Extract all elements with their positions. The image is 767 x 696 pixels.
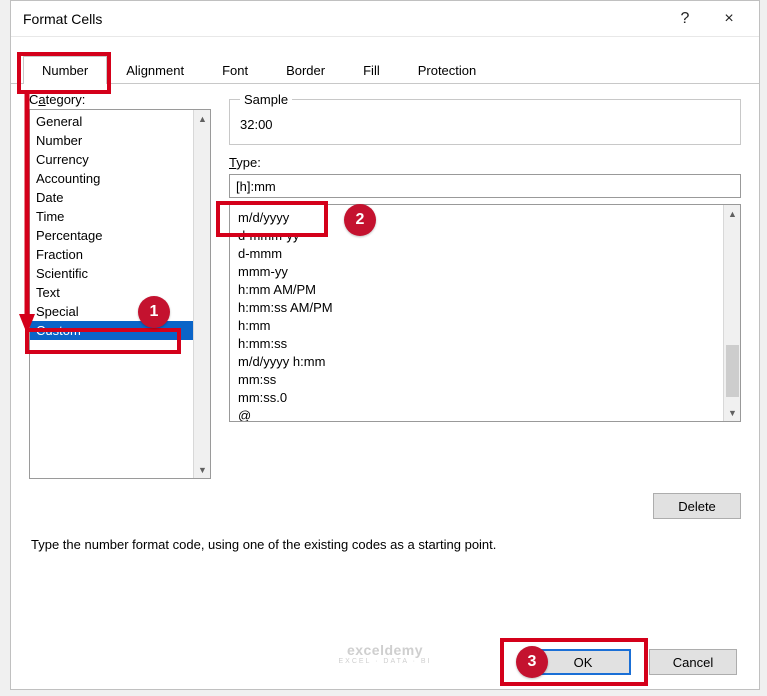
format-item[interactable]: h:mm:ss (238, 335, 715, 353)
category-item-custom[interactable]: Custom (30, 321, 193, 340)
tab-font[interactable]: Font (203, 56, 267, 84)
format-item[interactable]: h:mm AM/PM (238, 281, 715, 299)
scroll-down-icon[interactable]: ▼ (194, 461, 211, 478)
tab-border[interactable]: Border (267, 56, 344, 84)
format-item[interactable]: mm:ss (238, 371, 715, 389)
category-label: Category: (29, 92, 211, 107)
sample-group: Sample 32:00 (229, 92, 741, 145)
category-item-accounting[interactable]: Accounting (30, 169, 193, 188)
format-item[interactable]: h:mm:ss AM/PM (238, 299, 715, 317)
sample-value: 32:00 (240, 117, 730, 132)
tab-number[interactable]: Number (23, 56, 107, 84)
format-item[interactable]: d-mmm-yy (238, 227, 715, 245)
scroll-thumb[interactable] (726, 345, 739, 397)
category-item-general[interactable]: General (30, 112, 193, 131)
delete-button[interactable]: Delete (653, 493, 741, 519)
category-item-date[interactable]: Date (30, 188, 193, 207)
type-input[interactable] (229, 174, 741, 198)
ok-button[interactable]: OK (535, 649, 631, 675)
category-item-special[interactable]: Special (30, 302, 193, 321)
scroll-down-icon[interactable]: ▼ (724, 404, 741, 421)
category-item-fraction[interactable]: Fraction (30, 245, 193, 264)
format-item[interactable]: h:mm (238, 317, 715, 335)
watermark: exceldemy EXCEL · DATA · BI (339, 642, 432, 665)
tab-protection[interactable]: Protection (399, 56, 496, 84)
category-item-text[interactable]: Text (30, 283, 193, 302)
category-item-number[interactable]: Number (30, 131, 193, 150)
hint-text: Type the number format code, using one o… (11, 519, 759, 560)
format-item[interactable]: @ (238, 407, 715, 421)
format-item[interactable]: mm:ss.0 (238, 389, 715, 407)
tab-alignment[interactable]: Alignment (107, 56, 203, 84)
format-cells-dialog: Format Cells ? × Number Alignment Font B… (10, 0, 760, 690)
format-item[interactable]: mmm-yy (238, 263, 715, 281)
scrollbar[interactable]: ▲ ▼ (723, 205, 740, 421)
scroll-up-icon[interactable]: ▲ (724, 205, 741, 222)
format-item[interactable]: m/d/yyyy h:mm (238, 353, 715, 371)
format-listbox[interactable]: m/d/yyyyd-mmm-yyd-mmmmmm-yyh:mm AM/PMh:m… (229, 204, 741, 422)
dialog-title: Format Cells (23, 11, 663, 27)
tab-fill[interactable]: Fill (344, 56, 399, 84)
category-item-percentage[interactable]: Percentage (30, 226, 193, 245)
category-item-scientific[interactable]: Scientific (30, 264, 193, 283)
format-item[interactable]: d-mmm (238, 245, 715, 263)
scrollbar[interactable]: ▲ ▼ (193, 110, 210, 478)
close-icon[interactable]: × (707, 4, 751, 34)
category-item-currency[interactable]: Currency (30, 150, 193, 169)
category-listbox[interactable]: GeneralNumberCurrencyAccountingDateTimeP… (29, 109, 211, 479)
category-item-time[interactable]: Time (30, 207, 193, 226)
type-label: Type: (229, 155, 741, 170)
format-item[interactable]: m/d/yyyy (238, 209, 715, 227)
help-icon[interactable]: ? (663, 4, 707, 34)
cancel-button[interactable]: Cancel (649, 649, 737, 675)
titlebar: Format Cells ? × (11, 1, 759, 37)
sample-legend: Sample (240, 92, 292, 107)
tabs: Number Alignment Font Border Fill Protec… (11, 37, 759, 84)
scroll-up-icon[interactable]: ▲ (194, 110, 211, 127)
dialog-footer: OK Cancel (535, 649, 737, 675)
